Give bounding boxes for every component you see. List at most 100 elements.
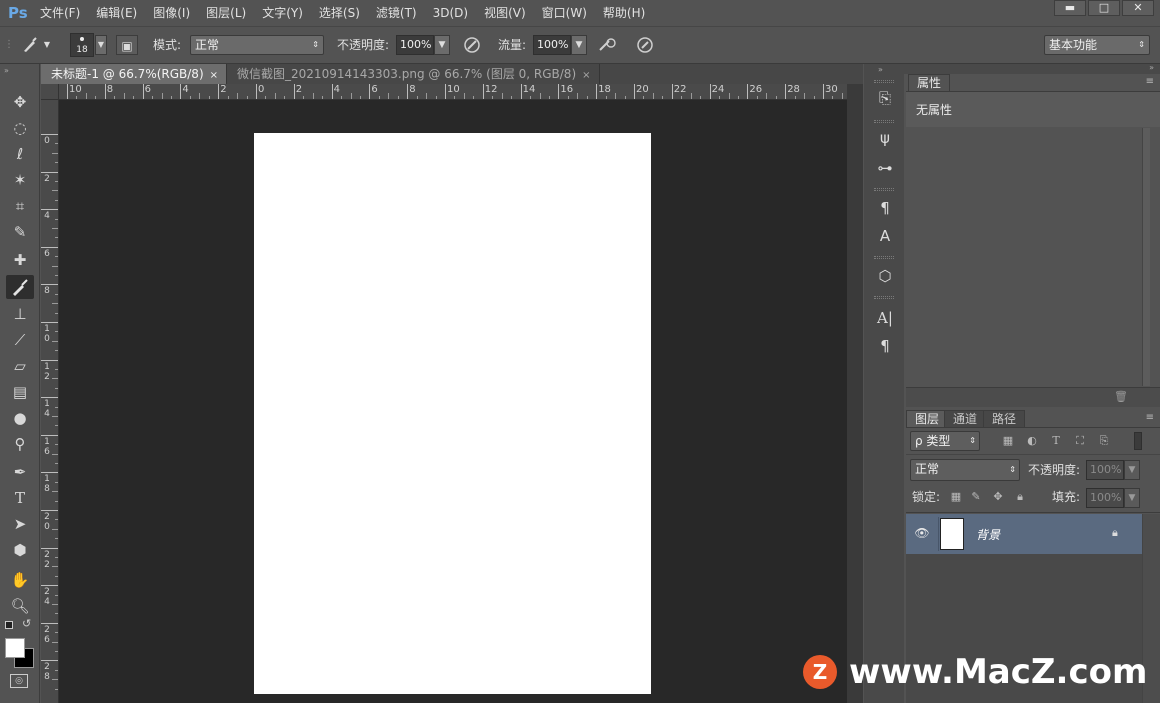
quick-mask-icon[interactable]: ◎: [10, 674, 28, 688]
brush-tool-preset-icon[interactable]: [20, 35, 40, 60]
character-styles-icon[interactable]: A: [872, 224, 898, 248]
paragraph-panel-icon[interactable]: ¶: [872, 334, 898, 358]
minimize-button[interactable]: ▬: [1054, 0, 1086, 16]
healing-brush-tool-icon[interactable]: ✚: [6, 248, 34, 272]
layer-row-background[interactable]: 👁︎ 背景 🔒︎: [906, 514, 1142, 554]
visibility-eye-icon[interactable]: 👁︎: [914, 526, 930, 540]
marquee-tool-icon[interactable]: ◌: [6, 116, 34, 140]
character-panel-icon[interactable]: A|: [872, 306, 898, 330]
history-panel-icon[interactable]: ⎘: [872, 86, 898, 110]
foreground-color-swatch[interactable]: [5, 638, 25, 658]
clone-stamp-tool-icon[interactable]: ⊥: [6, 302, 34, 326]
tab-layers[interactable]: 图层: [906, 410, 949, 427]
lock-image-icon[interactable]: ✎: [970, 491, 982, 503]
opacity-input[interactable]: 100%: [396, 35, 434, 55]
menu-type[interactable]: 文字(Y): [254, 0, 311, 26]
collapse-panels-icon[interactable]: »: [1149, 63, 1154, 72]
trash-icon[interactable]: 🗑︎: [1114, 390, 1128, 403]
menu-help[interactable]: 帮助(H): [595, 0, 653, 26]
menu-file[interactable]: 文件(F): [32, 0, 88, 26]
collapse-tools-icon[interactable]: »: [4, 66, 9, 75]
ruler-origin[interactable]: [41, 84, 59, 100]
zoom-tool-icon[interactable]: 🔍︎: [6, 594, 34, 618]
fill-dropdown[interactable]: ▼: [1124, 488, 1140, 508]
preset-dropdown-icon[interactable]: ▼: [42, 35, 52, 55]
close-button[interactable]: ✕: [1122, 0, 1154, 16]
properties-menu-icon[interactable]: ≡: [1146, 76, 1154, 87]
blur-tool-icon[interactable]: ●: [6, 406, 34, 430]
vertical-scrollbar[interactable]: [847, 84, 863, 703]
brush-panel-toggle-icon[interactable]: ▣: [116, 35, 138, 55]
filter-type-icon[interactable]: T: [1050, 435, 1062, 447]
layer-opacity-dropdown[interactable]: ▼: [1124, 460, 1140, 480]
tab-properties[interactable]: 属性: [908, 74, 951, 91]
workspace-select[interactable]: 基本功能 ⇕: [1044, 35, 1150, 55]
shape-tool-icon[interactable]: ⬢: [6, 538, 34, 562]
tab-close-icon[interactable]: ×: [210, 70, 218, 81]
fill-input[interactable]: 100%: [1086, 488, 1124, 508]
menu-layer[interactable]: 图层(L): [198, 0, 254, 26]
dock-grip[interactable]: [874, 256, 894, 259]
tab-paths[interactable]: 路径: [983, 410, 1026, 427]
brush-size-dropdown[interactable]: ▼: [95, 35, 107, 55]
pressure-size-icon[interactable]: [635, 35, 655, 60]
filter-pixel-icon[interactable]: ▦: [1002, 435, 1014, 447]
blend-mode-select[interactable]: 正常 ⇕: [910, 459, 1020, 481]
filter-shape-icon[interactable]: ⛶: [1074, 435, 1086, 447]
properties-scrollbar[interactable]: [1142, 128, 1150, 386]
flow-input[interactable]: 100%: [533, 35, 571, 55]
brush-tool-icon[interactable]: [6, 275, 34, 299]
mode-select[interactable]: 正常 ⇕: [190, 35, 324, 55]
default-colors-icon[interactable]: [5, 621, 13, 629]
filter-toggle[interactable]: [1134, 432, 1142, 450]
type-tool-icon[interactable]: T: [6, 486, 34, 510]
opacity-dropdown[interactable]: ▼: [434, 35, 450, 55]
lasso-tool-icon[interactable]: ℓ: [6, 142, 34, 166]
filter-adjustment-icon[interactable]: ◐: [1026, 435, 1038, 447]
flow-dropdown[interactable]: ▼: [571, 35, 587, 55]
brush-presets-icon[interactable]: ψ: [872, 126, 898, 150]
dock-grip[interactable]: [874, 120, 894, 123]
filter-smart-object-icon[interactable]: ⎘: [1098, 435, 1110, 447]
tab-wechat-screenshot[interactable]: 微信截图_20210914143303.png @ 66.7% (图层 0, R…: [227, 64, 600, 84]
layer-filter-select[interactable]: ρ 类型 ⇕: [910, 431, 980, 451]
adjustments-icon[interactable]: ⊶: [872, 156, 898, 180]
menu-3d[interactable]: 3D(D): [425, 0, 476, 26]
layer-opacity-input[interactable]: 100%: [1086, 460, 1124, 480]
hand-tool-icon[interactable]: ✋: [6, 568, 34, 592]
paragraph-styles-icon[interactable]: ¶: [872, 196, 898, 220]
expand-dock-icon[interactable]: »: [878, 65, 883, 74]
menu-edit[interactable]: 编辑(E): [88, 0, 145, 26]
menu-image[interactable]: 图像(I): [145, 0, 198, 26]
gradient-tool-icon[interactable]: ▤: [6, 380, 34, 404]
lock-position-icon[interactable]: ✥: [992, 491, 1004, 503]
move-tool-icon[interactable]: ✥: [6, 90, 34, 114]
eyedropper-tool-icon[interactable]: ✎: [6, 220, 34, 244]
menu-select[interactable]: 选择(S): [311, 0, 368, 26]
swap-colors-icon[interactable]: ↺: [22, 617, 31, 630]
dock-grip[interactable]: [874, 80, 894, 83]
menu-view[interactable]: 视图(V): [476, 0, 534, 26]
airbrush-icon[interactable]: [597, 35, 617, 60]
layers-menu-icon[interactable]: ≡: [1146, 412, 1154, 423]
menu-filter[interactable]: 滤镜(T): [368, 0, 425, 26]
maximize-button[interactable]: □: [1088, 0, 1120, 16]
dock-grip[interactable]: [874, 188, 894, 191]
menu-window[interactable]: 窗口(W): [534, 0, 595, 26]
lock-all-icon[interactable]: 🔒︎: [1014, 491, 1026, 503]
tab-untitled-1[interactable]: 未标题-1 @ 66.7%(RGB/8) ×: [41, 64, 228, 84]
brush-size-picker[interactable]: 18: [70, 33, 94, 57]
document-canvas[interactable]: [254, 133, 651, 694]
crop-tool-icon[interactable]: ⌗: [6, 194, 34, 218]
tab-close-icon[interactable]: ×: [582, 70, 590, 81]
pen-tool-icon[interactable]: ✒: [6, 460, 34, 484]
3d-panel-icon[interactable]: ⬡: [872, 264, 898, 288]
path-selection-tool-icon[interactable]: ➤: [6, 512, 34, 536]
dodge-tool-icon[interactable]: ⚲: [6, 432, 34, 456]
history-brush-tool-icon[interactable]: ⟋: [6, 328, 34, 352]
tab-channels[interactable]: 通道: [944, 410, 987, 427]
lock-transparent-icon[interactable]: ▦: [950, 491, 962, 503]
pressure-opacity-icon[interactable]: [462, 35, 482, 60]
dock-grip[interactable]: [874, 296, 894, 299]
eraser-tool-icon[interactable]: ▱: [6, 354, 34, 378]
